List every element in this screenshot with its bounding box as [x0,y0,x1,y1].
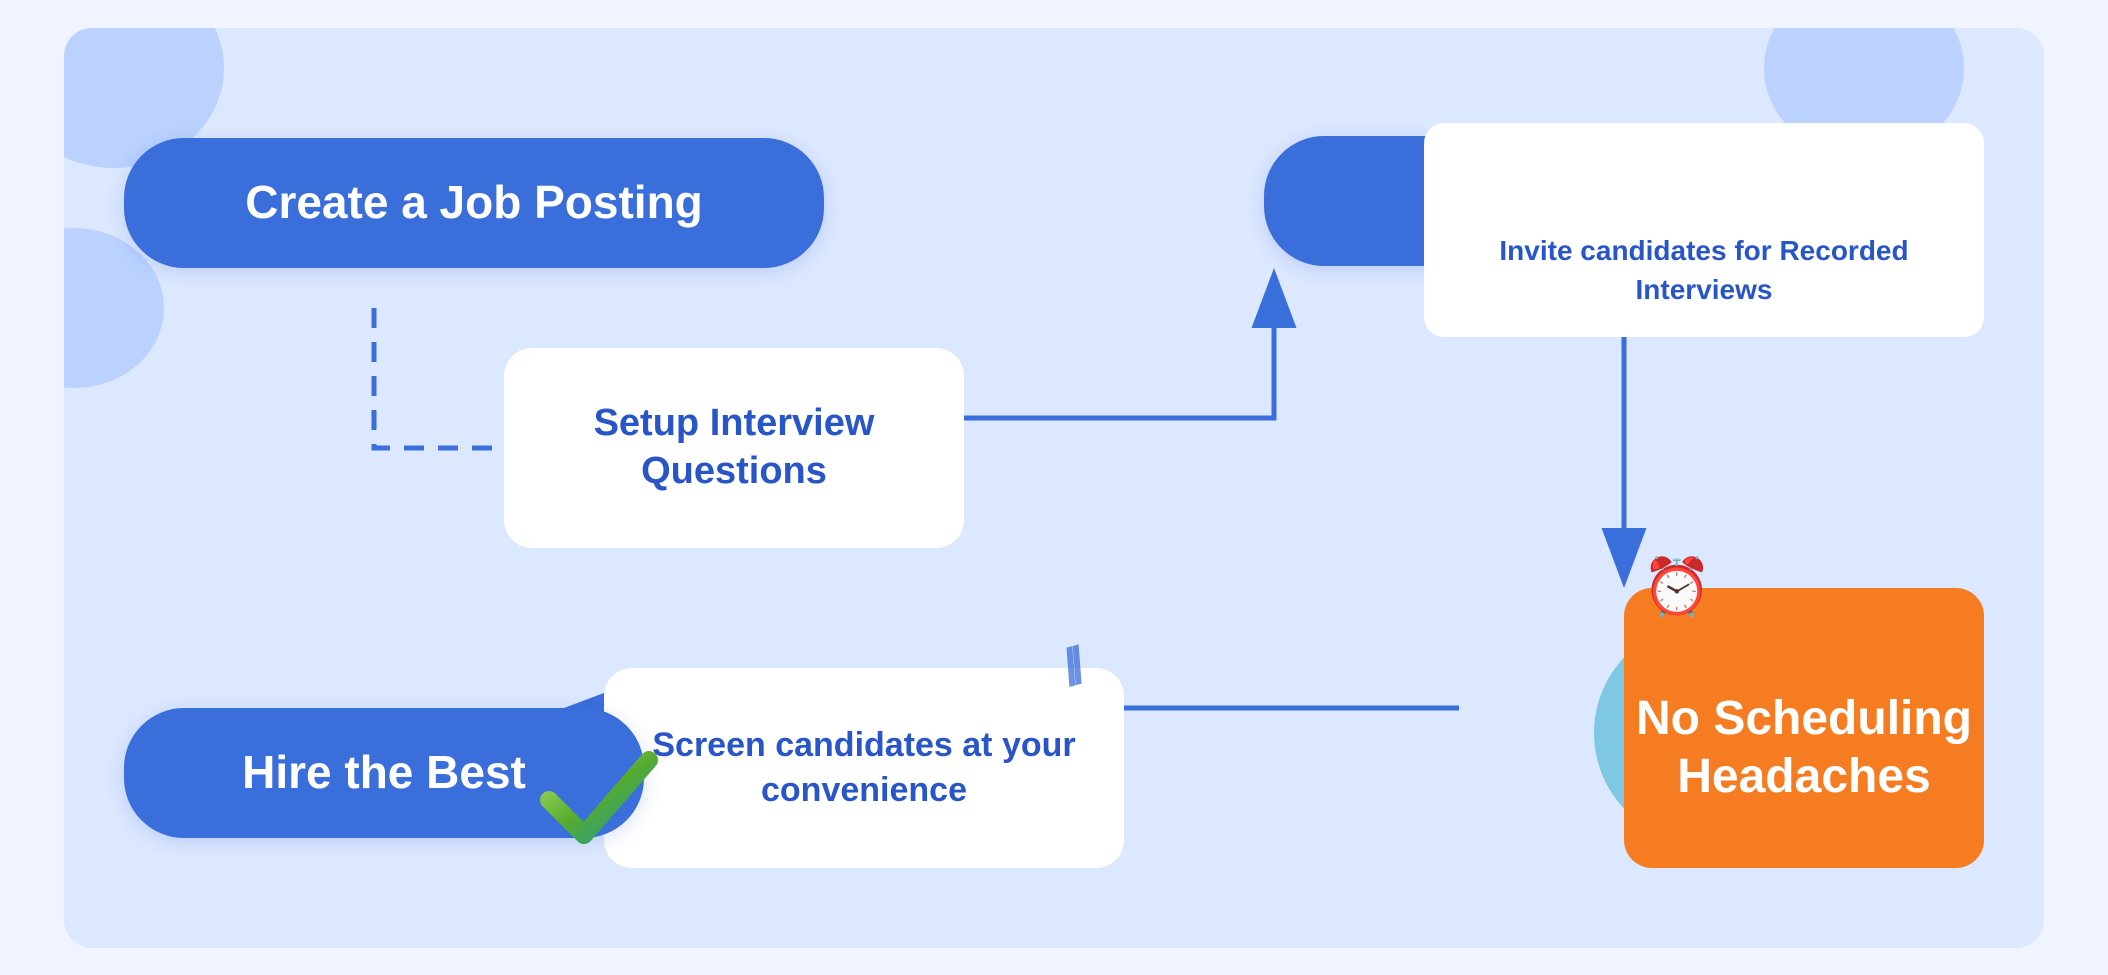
hire-best-label: Hire the Best [242,745,526,800]
send-invites-subtitle: Invite candidates for Recorded Interview… [1456,231,1952,309]
setup-interview-label: Setup Interview Questions [504,380,964,515]
no-scheduling-label: No Scheduling Headaches [1624,690,1984,805]
create-job-node: Create a Job Posting [124,138,824,268]
screen-candidates-label: Screen candidates at your convenience [604,703,1124,831]
send-invites-description-box: Invite candidates for Recorded Interview… [1424,123,1984,337]
screen-candidates-node: Screen candidates at your convenience [604,668,1124,868]
setup-interview-node: Setup Interview Questions [504,348,964,548]
no-scheduling-node: No Scheduling Headaches ⏰ [1624,588,1984,868]
diagram-container: Create a Job Posting Setup Interview Que… [64,28,2044,948]
clock-icon: ⏰ [1642,552,1712,622]
create-job-label: Create a Job Posting [245,175,703,230]
checkmark-icon [539,745,659,860]
